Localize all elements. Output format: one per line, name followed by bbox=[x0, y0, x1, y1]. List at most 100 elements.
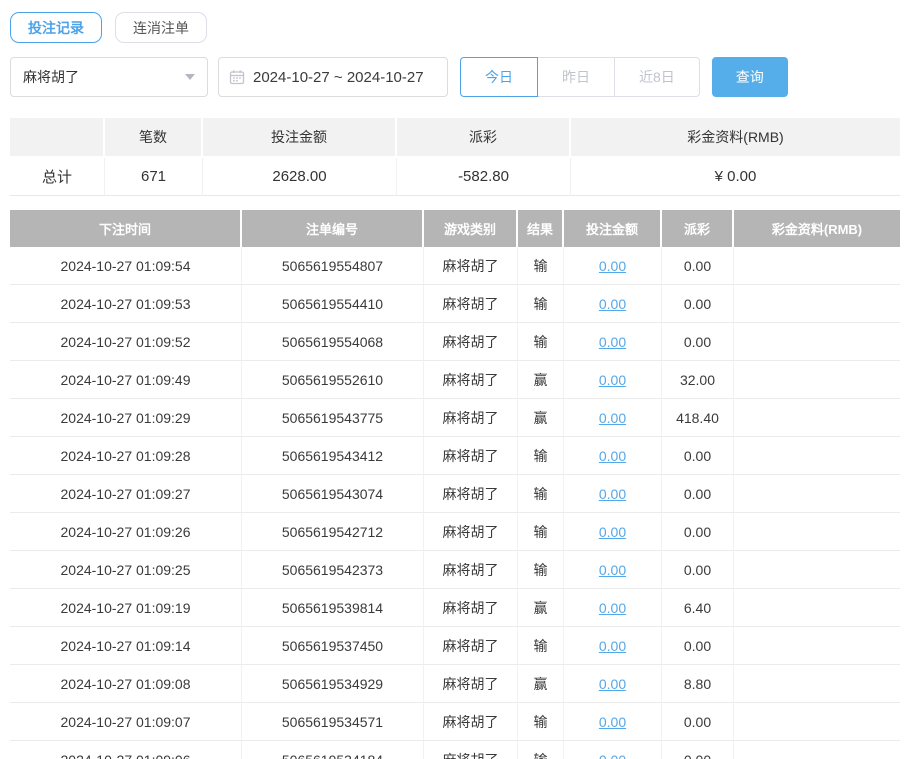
summary-header-blank bbox=[10, 118, 105, 158]
table-row: 2024-10-27 01:09:52 5065619554068 麻将胡了 输… bbox=[10, 323, 900, 361]
bet-time-cell: 2024-10-27 01:09:28 bbox=[10, 437, 242, 475]
game-type-cell: 麻将胡了 bbox=[424, 703, 518, 741]
game-type-cell: 麻将胡了 bbox=[424, 589, 518, 627]
bet-amount-link[interactable]: 0.00 bbox=[599, 676, 626, 692]
table-row: 2024-10-27 01:09:53 5065619554410 麻将胡了 输… bbox=[10, 285, 900, 323]
table-row: 2024-10-27 01:09:29 5065619543775 麻将胡了 赢… bbox=[10, 399, 900, 437]
result-cell: 输 bbox=[518, 703, 564, 741]
bet-amount-cell: 0.00 bbox=[564, 361, 662, 399]
bet-amount-cell: 0.00 bbox=[564, 551, 662, 589]
table-row: 2024-10-27 01:09:28 5065619543412 麻将胡了 输… bbox=[10, 437, 900, 475]
table-row: 2024-10-27 01:09:08 5065619534929 麻将胡了 赢… bbox=[10, 665, 900, 703]
table-row: 2024-10-27 01:09:19 5065619539814 麻将胡了 赢… bbox=[10, 589, 900, 627]
bet-amount-link[interactable]: 0.00 bbox=[599, 372, 626, 388]
table-row: 2024-10-27 01:09:14 5065619537450 麻将胡了 输… bbox=[10, 627, 900, 665]
chevron-down-icon bbox=[185, 74, 195, 80]
bet-amount-link[interactable]: 0.00 bbox=[599, 334, 626, 350]
result-cell: 输 bbox=[518, 285, 564, 323]
bet-amount-link[interactable]: 0.00 bbox=[599, 410, 626, 426]
summary-total-payout: -582.80 bbox=[397, 158, 571, 196]
payout-cell: 8.80 bbox=[662, 665, 734, 703]
tab-betting-records[interactable]: 投注记录 bbox=[10, 12, 102, 43]
bet-amount-cell: 0.00 bbox=[564, 665, 662, 703]
summary-total-bonus: ¥ 0.00 bbox=[571, 158, 900, 196]
game-type-select[interactable]: 麻将胡了 bbox=[10, 57, 208, 97]
summary-header-count: 笔数 bbox=[105, 118, 203, 158]
result-cell: 输 bbox=[518, 475, 564, 513]
bonus-cell bbox=[734, 475, 900, 513]
game-type-select-value: 麻将胡了 bbox=[23, 67, 79, 87]
today-button[interactable]: 今日 bbox=[460, 57, 538, 97]
bet-amount-link[interactable]: 0.00 bbox=[599, 562, 626, 578]
bonus-cell bbox=[734, 627, 900, 665]
result-cell: 输 bbox=[518, 741, 564, 759]
date-range-input[interactable]: 2024-10-27 ~ 2024-10-27 bbox=[218, 57, 448, 97]
bet-time-cell: 2024-10-27 01:09:53 bbox=[10, 285, 242, 323]
table-row: 2024-10-27 01:09:06 5065619534184 麻将胡了 输… bbox=[10, 741, 900, 759]
yesterday-button[interactable]: 昨日 bbox=[537, 57, 615, 97]
bet-amount-cell: 0.00 bbox=[564, 475, 662, 513]
game-type-cell: 麻将胡了 bbox=[424, 475, 518, 513]
bet-amount-link[interactable]: 0.00 bbox=[599, 296, 626, 312]
bet-amount-cell: 0.00 bbox=[564, 399, 662, 437]
bonus-cell bbox=[734, 589, 900, 627]
calendar-icon bbox=[229, 69, 245, 85]
bet-amount-link[interactable]: 0.00 bbox=[599, 258, 626, 274]
bonus-cell bbox=[734, 741, 900, 759]
game-type-cell: 麻将胡了 bbox=[424, 247, 518, 285]
bet-amount-link[interactable]: 0.00 bbox=[599, 448, 626, 464]
payout-cell: 0.00 bbox=[662, 323, 734, 361]
payout-cell: 0.00 bbox=[662, 475, 734, 513]
table-row: 2024-10-27 01:09:25 5065619542373 麻将胡了 输… bbox=[10, 551, 900, 589]
bet-amount-link[interactable]: 0.00 bbox=[599, 638, 626, 654]
order-number-cell: 5065619543074 bbox=[242, 475, 424, 513]
tab-cancelled-orders[interactable]: 连消注单 bbox=[115, 12, 207, 43]
bet-time-cell: 2024-10-27 01:09:29 bbox=[10, 399, 242, 437]
table-row: 2024-10-27 01:09:26 5065619542712 麻将胡了 输… bbox=[10, 513, 900, 551]
order-number-cell: 5065619542712 bbox=[242, 513, 424, 551]
game-type-cell: 麻将胡了 bbox=[424, 551, 518, 589]
table-row: 2024-10-27 01:09:54 5065619554807 麻将胡了 输… bbox=[10, 247, 900, 285]
bet-amount-cell: 0.00 bbox=[564, 437, 662, 475]
table-row: 2024-10-27 01:09:49 5065619552610 麻将胡了 赢… bbox=[10, 361, 900, 399]
order-number-cell: 5065619554410 bbox=[242, 285, 424, 323]
game-type-cell: 麻将胡了 bbox=[424, 665, 518, 703]
header-bet-time: 下注时间 bbox=[10, 210, 242, 247]
result-cell: 输 bbox=[518, 437, 564, 475]
payout-cell: 0.00 bbox=[662, 437, 734, 475]
payout-cell: 6.40 bbox=[662, 589, 734, 627]
order-number-cell: 5065619537450 bbox=[242, 627, 424, 665]
bonus-cell bbox=[734, 361, 900, 399]
bet-amount-link[interactable]: 0.00 bbox=[599, 486, 626, 502]
search-button[interactable]: 查询 bbox=[712, 57, 788, 97]
bonus-cell bbox=[734, 285, 900, 323]
order-number-cell: 5065619534571 bbox=[242, 703, 424, 741]
order-number-cell: 5065619543775 bbox=[242, 399, 424, 437]
result-cell: 输 bbox=[518, 247, 564, 285]
bet-amount-link[interactable]: 0.00 bbox=[599, 524, 626, 540]
game-type-cell: 麻将胡了 bbox=[424, 627, 518, 665]
bonus-cell bbox=[734, 247, 900, 285]
summary-header-row: 笔数 投注金额 派彩 彩金资料(RMB) bbox=[10, 118, 900, 158]
bet-amount-cell: 0.00 bbox=[564, 589, 662, 627]
bonus-cell bbox=[734, 551, 900, 589]
last-8-days-button[interactable]: 近8日 bbox=[614, 57, 700, 97]
game-type-cell: 麻将胡了 bbox=[424, 323, 518, 361]
summary-total-count: 671 bbox=[105, 158, 203, 196]
result-cell: 赢 bbox=[518, 361, 564, 399]
payout-cell: 32.00 bbox=[662, 361, 734, 399]
summary-header-bet-amount: 投注金额 bbox=[203, 118, 397, 158]
bet-time-cell: 2024-10-27 01:09:27 bbox=[10, 475, 242, 513]
header-payout: 派彩 bbox=[662, 210, 734, 247]
bet-amount-link[interactable]: 0.00 bbox=[599, 600, 626, 616]
bet-amount-link[interactable]: 0.00 bbox=[599, 714, 626, 730]
bet-amount-link[interactable]: 0.00 bbox=[599, 752, 626, 759]
header-order-number: 注单编号 bbox=[242, 210, 424, 247]
bet-amount-cell: 0.00 bbox=[564, 741, 662, 759]
table-row: 2024-10-27 01:09:07 5065619534571 麻将胡了 输… bbox=[10, 703, 900, 741]
summary-table: 笔数 投注金额 派彩 彩金资料(RMB) 总计 671 2628.00 -582… bbox=[10, 118, 900, 196]
payout-cell: 0.00 bbox=[662, 513, 734, 551]
game-type-cell: 麻将胡了 bbox=[424, 285, 518, 323]
result-cell: 赢 bbox=[518, 665, 564, 703]
game-type-cell: 麻将胡了 bbox=[424, 437, 518, 475]
